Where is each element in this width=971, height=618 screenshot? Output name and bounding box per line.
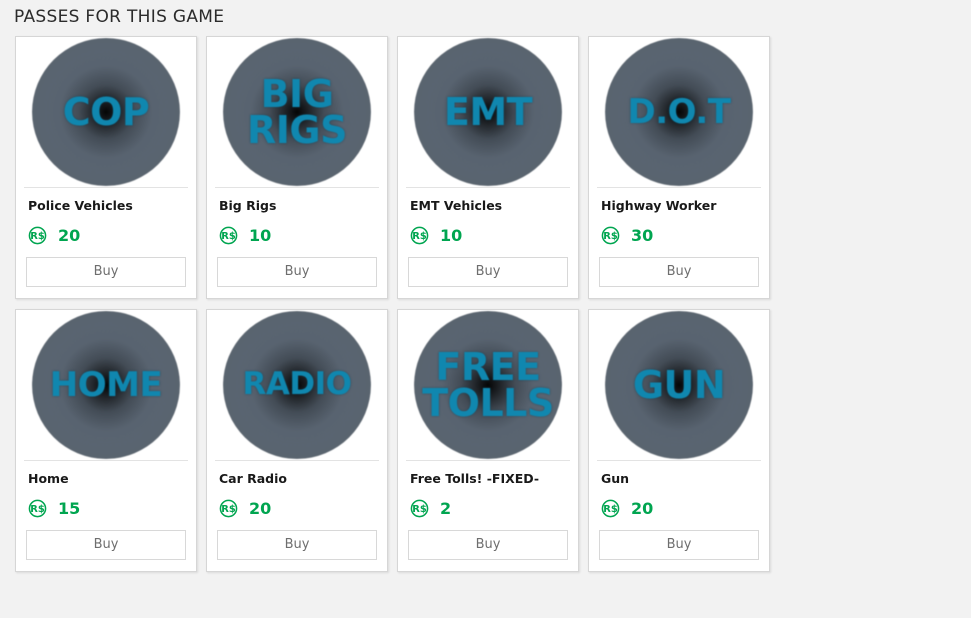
page-title: PASSES FOR THIS GAME: [14, 7, 225, 27]
pass-price: 15: [58, 498, 81, 518]
svg-text:R$: R$: [603, 230, 618, 241]
buy-button-2[interactable]: Buy: [408, 257, 568, 287]
pass-thumbnail-circle: BIG RIGS: [223, 38, 371, 186]
pass-card-2[interactable]: EMT EMT Vehicles R$ 10 Buy: [397, 36, 579, 299]
pass-info: Gun R$ 20: [589, 461, 769, 519]
pass-price-row: R$ 15: [28, 497, 184, 519]
robux-icon: R$: [28, 499, 47, 517]
pass-thumbnail-circle: FREE TOLLS: [414, 311, 562, 459]
pass-price: 10: [249, 225, 272, 245]
pass-price: 20: [249, 498, 272, 518]
svg-text:R$: R$: [412, 503, 427, 514]
pass-thumbnail-circle: HOME: [32, 311, 180, 459]
pass-thumbnail-label: FREE TOLLS: [422, 344, 554, 425]
passes-grid: COP Police Vehicles R$ 20 Buy BIG RIGS B…: [0, 28, 960, 572]
robux-icon: R$: [219, 499, 238, 517]
svg-text:R$: R$: [221, 503, 236, 514]
robux-icon: R$: [601, 499, 620, 517]
robux-icon: R$: [219, 226, 238, 244]
pass-card-6[interactable]: FREE TOLLS Free Tolls! -FIXED- R$ 2 Buy: [397, 309, 579, 572]
pass-name: EMT Vehicles: [410, 198, 503, 213]
pass-thumbnail[interactable]: RADIO: [207, 310, 387, 460]
pass-thumbnail-label: EMT: [443, 89, 533, 134]
svg-text:R$: R$: [603, 503, 618, 514]
pass-thumbnail-label: D.O.T: [627, 91, 731, 132]
pass-name: Police Vehicles: [28, 198, 133, 213]
pass-thumbnail[interactable]: EMT: [398, 37, 578, 187]
pass-info: Big Rigs R$ 10: [207, 188, 387, 246]
robux-icon: R$: [601, 226, 620, 244]
robux-icon: R$: [410, 226, 429, 244]
pass-price-row: R$ 2: [410, 497, 566, 519]
pass-price: 10: [440, 225, 463, 245]
pass-price: 20: [58, 225, 81, 245]
buy-button-1[interactable]: Buy: [217, 257, 377, 287]
pass-card-0[interactable]: COP Police Vehicles R$ 20 Buy: [15, 36, 197, 299]
pass-thumbnail[interactable]: BIG RIGS: [207, 37, 387, 187]
pass-info: EMT Vehicles R$ 10: [398, 188, 578, 246]
pass-thumbnail-circle: COP: [32, 38, 180, 186]
buy-button-0[interactable]: Buy: [26, 257, 186, 287]
pass-price-row: R$ 20: [28, 224, 184, 246]
pass-thumbnail-label: COP: [62, 89, 150, 134]
pass-price-row: R$ 10: [219, 224, 375, 246]
pass-name: Highway Worker: [601, 198, 717, 213]
pass-thumbnail[interactable]: COP: [16, 37, 196, 187]
pass-name: Home: [28, 471, 69, 486]
pass-info: Home R$ 15: [16, 461, 196, 519]
pass-card-1[interactable]: BIG RIGS Big Rigs R$ 10 Buy: [206, 36, 388, 299]
svg-text:R$: R$: [30, 230, 45, 241]
pass-price-row: R$ 10: [410, 224, 566, 246]
pass-card-7[interactable]: GUN Gun R$ 20 Buy: [588, 309, 770, 572]
pass-thumbnail-label: HOME: [49, 364, 163, 405]
pass-thumbnail-circle: GUN: [605, 311, 753, 459]
robux-icon: R$: [410, 499, 429, 517]
pass-thumbnail-label: GUN: [632, 362, 726, 407]
pass-name: Car Radio: [219, 471, 288, 486]
pass-thumbnail-circle: EMT: [414, 38, 562, 186]
pass-thumbnail[interactable]: HOME: [16, 310, 196, 460]
svg-text:R$: R$: [221, 230, 236, 241]
pass-name: Gun: [601, 471, 630, 486]
pass-info: Free Tolls! -FIXED- R$ 2: [398, 461, 578, 519]
buy-button-7[interactable]: Buy: [599, 530, 759, 560]
pass-thumbnail[interactable]: D.O.T: [589, 37, 769, 187]
pass-name: Big Rigs: [219, 198, 277, 213]
buy-button-5[interactable]: Buy: [217, 530, 377, 560]
pass-price-row: R$ 20: [219, 497, 375, 519]
buy-button-3[interactable]: Buy: [599, 257, 759, 287]
svg-text:R$: R$: [412, 230, 427, 241]
pass-info: Highway Worker R$ 30: [589, 188, 769, 246]
pass-card-3[interactable]: D.O.T Highway Worker R$ 30 Buy: [588, 36, 770, 299]
pass-name: Free Tolls! -FIXED-: [410, 471, 540, 486]
pass-thumbnail-label: BIG RIGS: [247, 71, 347, 152]
pass-card-5[interactable]: RADIO Car Radio R$ 20 Buy: [206, 309, 388, 572]
pass-thumbnail[interactable]: FREE TOLLS: [398, 310, 578, 460]
pass-price: 20: [631, 498, 654, 518]
pass-thumbnail-label: RADIO: [242, 366, 352, 403]
pass-price: 30: [631, 225, 654, 245]
pass-card-4[interactable]: HOME Home R$ 15 Buy: [15, 309, 197, 572]
pass-price-row: R$ 30: [601, 224, 757, 246]
pass-info: Police Vehicles R$ 20: [16, 188, 196, 246]
pass-price-row: R$ 20: [601, 497, 757, 519]
pass-thumbnail-circle: RADIO: [223, 311, 371, 459]
pass-info: Car Radio R$ 20: [207, 461, 387, 519]
robux-icon: R$: [28, 226, 47, 244]
svg-text:R$: R$: [30, 503, 45, 514]
buy-button-4[interactable]: Buy: [26, 530, 186, 560]
pass-thumbnail[interactable]: GUN: [589, 310, 769, 460]
pass-thumbnail-circle: D.O.T: [605, 38, 753, 186]
buy-button-6[interactable]: Buy: [408, 530, 568, 560]
pass-price: 2: [440, 498, 452, 518]
